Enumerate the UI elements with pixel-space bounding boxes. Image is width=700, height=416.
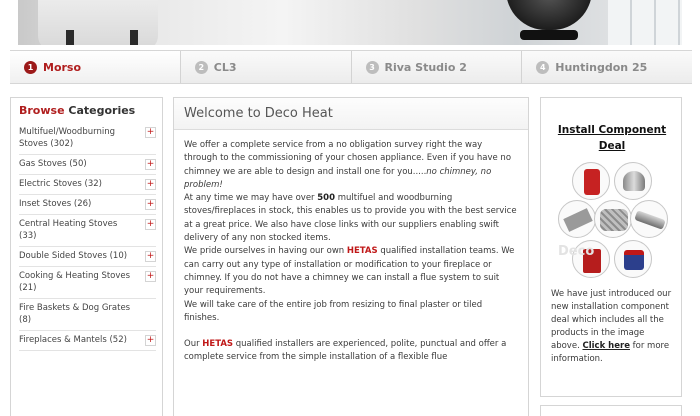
next-promo-box	[540, 405, 682, 416]
register-plate-component-image	[558, 200, 596, 238]
tab-huntingdon-25[interactable]: 4 Huntingdon 25	[522, 51, 692, 83]
sidebar-title-rest: Categories	[64, 104, 136, 117]
page-title: Welcome to Deco Heat	[174, 98, 528, 130]
featured-tabs: 1 Morso 2 CL3 3 Riva Studio 2 4 Huntingd…	[10, 50, 692, 84]
hero-chair-shape	[38, 0, 158, 45]
expand-plus-icon[interactable]: +	[145, 199, 156, 210]
hetas-highlight: HETAS	[202, 339, 234, 350]
finish-paragraph: We will take care of the entire job from…	[184, 299, 483, 323]
intro-paragraph: We offer a complete service from a no ob…	[184, 139, 518, 192]
tab-label: Morso	[43, 60, 82, 74]
category-link[interactable]: Fire Baskets & Dog Grates (8)	[19, 302, 137, 326]
install-deal-description: We have just introduced our new installa…	[551, 288, 673, 366]
stock-count: 500	[317, 193, 336, 204]
category-item-gas[interactable]: Gas Stoves (50) +	[19, 155, 156, 175]
click-here-link[interactable]: Click here	[582, 341, 630, 351]
categories-sidebar: Browse Categories Multifuel/Woodburning …	[10, 97, 163, 416]
category-link[interactable]: Gas Stoves (50)	[19, 158, 137, 170]
tab-cl3[interactable]: 2 CL3	[181, 51, 352, 83]
hero-stove-base	[520, 30, 578, 40]
category-link[interactable]: Central Heating Stoves (33)	[19, 218, 137, 242]
tab-number-badge: 4	[536, 60, 550, 74]
tab-number-badge: 3	[365, 60, 379, 74]
expand-plus-icon[interactable]: +	[145, 219, 156, 230]
collage-watermark: Deco	[558, 244, 595, 259]
expand-plus-icon[interactable]: +	[145, 335, 156, 346]
expand-plus-icon[interactable]: +	[145, 127, 156, 138]
hero-banner-image	[18, 0, 682, 45]
expand-plus-icon[interactable]: +	[145, 159, 156, 170]
category-link[interactable]: Fireplaces & Mantels (52)	[19, 334, 137, 346]
stock-text: At any time we may have over	[184, 193, 318, 204]
component-collage-image[interactable]: Deco	[558, 162, 668, 282]
sidebar-title: Browse Categories	[19, 104, 156, 117]
tab-label: Huntingdon 25	[555, 60, 648, 74]
tab-riva-studio-2[interactable]: 3 Riva Studio 2	[352, 51, 523, 83]
category-item-central-heating[interactable]: Central Heating Stoves (33) +	[19, 215, 156, 247]
install-deal-box: Install Component Deal Deco We have just…	[540, 97, 682, 397]
sealant-tub-component-image	[614, 240, 652, 278]
category-item-fire-baskets[interactable]: Fire Baskets & Dog Grates (8)	[19, 299, 156, 331]
sidebar-title-accent: Browse	[19, 104, 65, 117]
category-item-double-sided[interactable]: Double Sided Stoves (10) +	[19, 247, 156, 267]
welcome-text: We offer a complete service from a no ob…	[174, 130, 528, 365]
hetas-paragraph: We pride ourselves in having our own HET…	[184, 245, 518, 298]
tab-label: Riva Studio 2	[384, 60, 467, 74]
hetas-text: We pride ourselves in having our own	[184, 246, 347, 257]
category-item-fireplaces[interactable]: Fireplaces & Mantels (52) +	[19, 331, 156, 351]
tab-label: CL3	[213, 60, 237, 74]
category-link[interactable]: Multifuel/Woodburning Stoves (302)	[19, 126, 137, 150]
welcome-panel: Welcome to Deco Heat We offer a complete…	[173, 97, 529, 416]
category-link[interactable]: Inset Stoves (26)	[19, 198, 137, 210]
category-item-cooking-heating[interactable]: Cooking & Heating Stoves (21) +	[19, 267, 156, 299]
install-deal-title[interactable]: Install Component Deal	[551, 122, 673, 154]
hero-chair-leg	[66, 30, 74, 45]
flue-cone-component-image	[614, 162, 652, 200]
hero-stove-shape	[506, 0, 592, 30]
pipe-component-image	[630, 200, 668, 238]
hetas-highlight: HETAS	[346, 246, 378, 257]
category-link[interactable]: Electric Stoves (32)	[19, 178, 137, 190]
category-link[interactable]: Double Sided Stoves (10)	[19, 250, 137, 262]
expand-plus-icon[interactable]: +	[145, 251, 156, 262]
installers-paragraph: Our HETAS qualified installers are exper…	[184, 338, 518, 365]
tab-number-badge: 1	[24, 60, 37, 74]
category-item-inset[interactable]: Inset Stoves (26) +	[19, 195, 156, 215]
cowl-component-image	[572, 162, 610, 200]
hero-chair-leg	[130, 30, 138, 45]
hero-window-shape	[608, 0, 682, 45]
flexible-liner-component-image	[594, 200, 632, 238]
tab-number-badge: 2	[194, 60, 208, 74]
category-item-electric[interactable]: Electric Stoves (32) +	[19, 175, 156, 195]
installers-text: Our	[184, 339, 203, 350]
installers-text: qualified installers are experienced, po…	[184, 339, 507, 363]
tab-morso[interactable]: 1 Morso	[10, 51, 181, 83]
expand-plus-icon[interactable]: +	[145, 179, 156, 190]
category-link[interactable]: Cooking & Heating Stoves (21)	[19, 270, 137, 294]
expand-plus-icon[interactable]: +	[145, 271, 156, 282]
category-item-multifuel[interactable]: Multifuel/Woodburning Stoves (302) +	[19, 123, 156, 155]
stock-paragraph: At any time we may have over 500 multifu…	[184, 192, 518, 245]
